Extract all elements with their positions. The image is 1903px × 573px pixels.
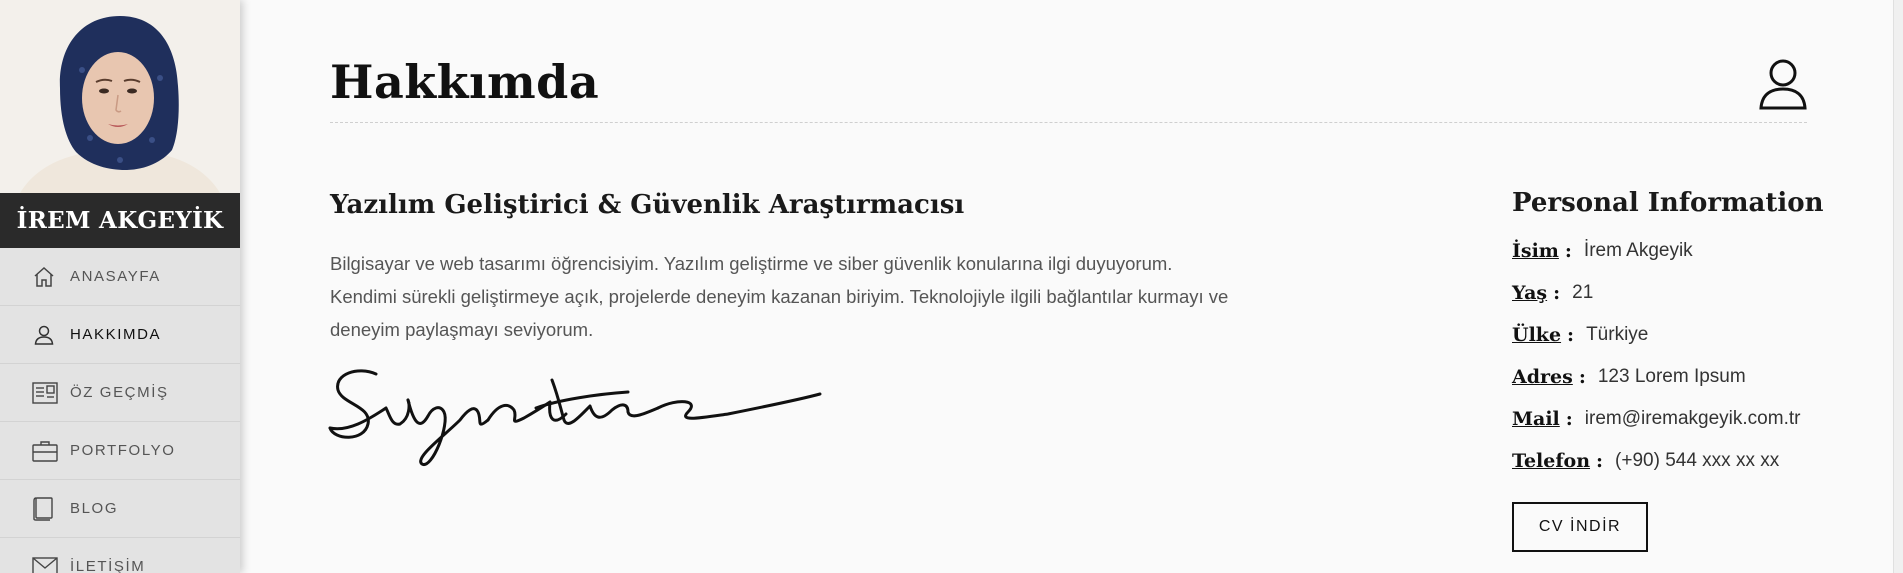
home-icon [32,264,60,290]
info-key: Yaş [1512,282,1548,304]
info-value: İrem Akgeyik [1583,240,1693,261]
scrollbar[interactable] [1893,0,1903,573]
sidebar-item-label: BLOG [70,500,119,517]
profile-photo [0,0,240,193]
user-icon [1758,58,1808,110]
page-title: Hakkımda [330,55,600,109]
user-icon [32,322,60,348]
sidebar-item-iletisim[interactable]: İLETİŞİM [0,538,240,573]
info-colon: : [1578,366,1586,388]
signature-image [328,360,828,470]
sidebar-item-hakkimda[interactable]: HAKKIMDA [0,306,240,364]
info-value: (+90) 544 xxx xx xx [1615,450,1780,471]
info-key: Adres [1512,366,1573,388]
info-key: İsim [1512,240,1559,262]
info-value: 123 Lorem Ipsum [1597,366,1746,387]
info-colon: : [1565,408,1573,430]
personal-information: Personal Information İsim : İrem Akgeyik… [1512,188,1842,552]
resume-icon [32,380,60,406]
title-divider [330,122,1807,123]
info-row-mail: Mail : irem@iremakgeyik.com.tr [1512,398,1842,440]
info-key: Telefon [1512,450,1591,472]
info-value: Türkiye [1586,324,1649,345]
info-key: Mail [1512,408,1560,430]
job-title: Yazılım Geliştirici & Güvenlik Araştırma… [330,190,965,220]
info-row-name: İsim : İrem Akgeyik [1512,230,1842,272]
bio-line: Bilgisayar ve web tasarımı öğrencisiyim.… [330,253,1173,274]
info-value: 21 [1572,282,1594,303]
sidebar-item-label: ÖZ GEÇMİŞ [70,384,169,401]
info-key: Ülke [1512,324,1562,346]
info-row-country: Ülke : Türkiye [1512,314,1842,356]
bio-line: deneyim paylaşmayı seviyorum. [330,319,594,340]
mail-icon [32,554,60,573]
sidebar-item-portfolyo[interactable]: PORTFOLYO [0,422,240,480]
sidebar-item-label: İLETİŞİM [70,558,146,573]
info-colon: : [1596,450,1604,472]
main-content: Hakkımda Yazılım Geliştirici & Güvenlik … [240,0,1893,573]
cv-download-button[interactable]: CV İNDİR [1512,502,1648,552]
info-value[interactable]: irem@iremakgeyik.com.tr [1585,408,1801,430]
info-row-age: Yaş : 21 [1512,272,1842,314]
sidebar: İREM AKGEYİK ANASAYFA HAKKIMDA ÖZ GEÇMİŞ… [0,0,240,573]
info-colon: : [1567,324,1575,346]
info-colon: : [1564,240,1572,262]
sidebar-item-oz-gecmis[interactable]: ÖZ GEÇMİŞ [0,364,240,422]
sidebar-item-label: PORTFOLYO [70,442,176,459]
profile-name: İREM AKGEYİK [0,193,240,248]
info-row-address: Adres : 123 Lorem Ipsum [1512,356,1842,398]
sidebar-item-label: HAKKIMDA [70,326,162,343]
bio-text: Bilgisayar ve web tasarımı öğrencisiyim.… [330,247,1330,346]
briefcase-icon [32,438,60,464]
sidebar-menu: ANASAYFA HAKKIMDA ÖZ GEÇMİŞ PORTFOLYO BL… [0,248,240,573]
sidebar-item-blog[interactable]: BLOG [0,480,240,538]
book-icon [32,496,60,522]
sidebar-item-label: ANASAYFA [70,268,161,285]
info-title: Personal Information [1512,188,1824,218]
info-row-phone: Telefon : (+90) 544 xxx xx xx [1512,440,1842,482]
sidebar-item-anasayfa[interactable]: ANASAYFA [0,248,240,306]
info-colon: : [1553,282,1561,304]
bio-line: Kendimi sürekli geliştirmeye açık, proje… [330,286,1229,307]
